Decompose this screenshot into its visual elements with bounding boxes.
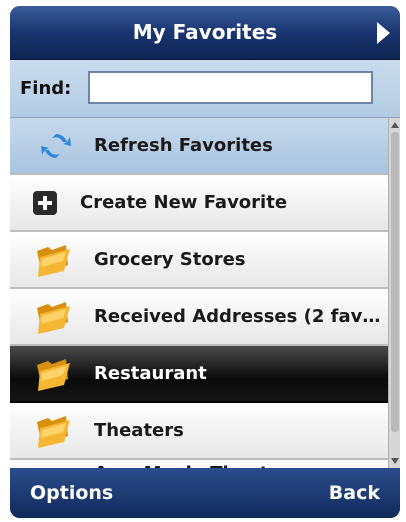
list-item-label: Received Addresses (2 favor... <box>94 306 382 327</box>
list-item-label: Amc Movie Theatre <box>94 446 382 468</box>
options-softkey[interactable]: Options <box>30 468 113 518</box>
refresh-icon <box>41 134 71 158</box>
phone-screen: My Favorites Find: Refresh Favorites Cre… <box>10 6 400 518</box>
list-item-refresh-favorites[interactable]: Refresh Favorites <box>10 118 388 175</box>
folder-icon <box>37 302 70 334</box>
list-item-label: Restaurant <box>94 363 207 384</box>
softkey-bar: Options Back <box>10 468 400 518</box>
folder-icon <box>37 416 70 448</box>
scroll-thumb[interactable] <box>391 132 399 432</box>
add-icon <box>33 191 57 215</box>
page-title: My Favorites <box>132 20 278 44</box>
favorites-list: Refresh Favorites Create New Favorite Gr… <box>10 118 388 468</box>
list-item-received-addresses[interactable]: Received Addresses (2 favor... <box>10 289 388 346</box>
find-input[interactable] <box>88 71 373 104</box>
list-item-grocery-stores[interactable]: Grocery Stores <box>10 232 388 289</box>
next-arrow-icon[interactable] <box>377 22 390 44</box>
find-label: Find: <box>20 78 72 99</box>
back-softkey[interactable]: Back <box>329 468 380 518</box>
folder-icon <box>37 245 70 277</box>
title-bar: My Favorites <box>10 6 400 60</box>
list-item-create-new-favorite[interactable]: Create New Favorite <box>10 175 388 232</box>
list-item-label: Create New Favorite <box>80 192 288 213</box>
list-item-amc-movie-theatre[interactable]: Amc Movie Theatre <box>10 460 388 468</box>
list-item-label: Refresh Favorites <box>94 135 273 156</box>
list-item-label: Grocery Stores <box>94 249 246 270</box>
find-bar: Find: <box>10 60 400 118</box>
list-scrollbar[interactable] <box>388 118 400 468</box>
list-item-restaurant[interactable]: Restaurant <box>10 346 388 403</box>
folder-icon <box>37 359 70 391</box>
scroll-up-icon[interactable] <box>391 122 399 128</box>
scroll-down-icon[interactable] <box>391 458 399 464</box>
